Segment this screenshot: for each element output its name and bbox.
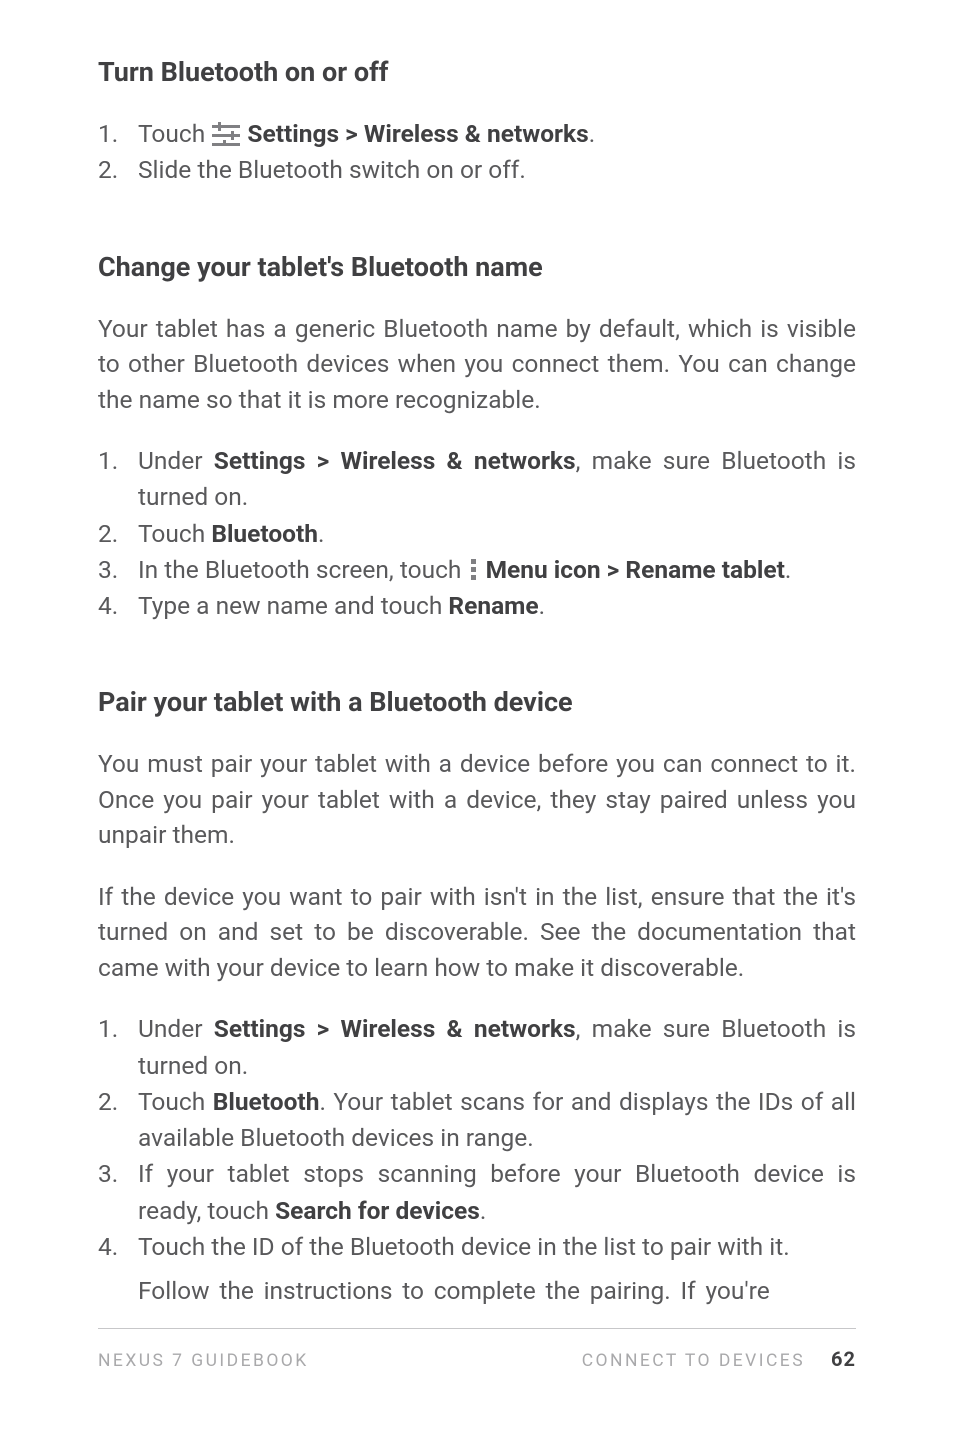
ordered-list: Touch Settings > Wireless & networks. Sl… — [98, 116, 856, 189]
bold-text: Settings > Wireless & networks — [214, 446, 576, 475]
heading-change-name: Change your tablet's Bluetooth name — [98, 251, 856, 283]
heading-turn-bluetooth: Turn Bluetooth on or off — [98, 56, 856, 88]
bold-text: Bluetooth — [213, 1087, 320, 1116]
list-item: Type a new name and touch Rename. — [98, 588, 856, 624]
footer-right-text: CONNECT TO DEVICES — [582, 1351, 805, 1371]
list-item: Touch Settings > Wireless & networks. — [98, 116, 856, 152]
overflow-menu-icon — [469, 559, 477, 581]
continuation-text: Follow the instructions to complete the … — [98, 1273, 856, 1309]
text: In the Bluetooth screen, touch — [138, 555, 467, 584]
text: . — [785, 555, 791, 584]
paragraph: If the device you want to pair with isn'… — [98, 879, 856, 986]
heading-pair-device: Pair your tablet with a Bluetooth device — [98, 686, 856, 718]
footer-left-text: NEXUS 7 GUIDEBOOK — [98, 1351, 309, 1371]
ordered-list: Under Settings > Wireless & networks, ma… — [98, 443, 856, 624]
settings-sliders-icon — [211, 120, 241, 144]
list-item: If your tablet stops scanning before you… — [98, 1156, 856, 1229]
text: . — [318, 519, 324, 548]
text: If your tablet stops scanning before you… — [138, 1159, 856, 1224]
list-item: Under Settings > Wireless & networks, ma… — [98, 443, 856, 516]
bold-text: Bluetooth — [211, 519, 318, 548]
text: Type a new name and touch — [138, 591, 448, 620]
text: . — [589, 119, 595, 148]
text: Touch — [138, 1087, 213, 1116]
ordered-list: Under Settings > Wireless & networks, ma… — [98, 1011, 856, 1265]
bold-text: Search for devices — [275, 1196, 480, 1225]
bold-text: Settings > Wireless & networks — [214, 1014, 576, 1043]
text: Touch — [138, 119, 211, 148]
text: Under — [138, 1014, 214, 1043]
text: Touch — [138, 519, 211, 548]
list-item: In the Bluetooth screen, touch Menu icon… — [98, 552, 856, 588]
text: . — [480, 1196, 486, 1225]
list-item: Touch Bluetooth. Your tablet scans for a… — [98, 1084, 856, 1157]
page-number: 62 — [831, 1347, 856, 1371]
list-item: Touch Bluetooth. — [98, 516, 856, 552]
list-item: Touch the ID of the Bluetooth device in … — [98, 1229, 856, 1265]
bold-text: Menu icon > Rename tablet — [486, 555, 785, 584]
list-item: Under Settings > Wireless & networks, ma… — [98, 1011, 856, 1084]
list-item: Slide the Bluetooth switch on or off. — [98, 152, 856, 188]
bold-text: Rename — [448, 591, 538, 620]
text: . — [539, 591, 545, 620]
paragraph: Your tablet has a generic Bluetooth name… — [98, 311, 856, 418]
page-footer: NEXUS 7 GUIDEBOOK CONNECT TO DEVICES 62 — [98, 1328, 856, 1371]
bold-text: Settings > Wireless & networks — [247, 119, 588, 148]
footer-divider — [98, 1328, 856, 1329]
paragraph: You must pair your tablet with a device … — [98, 746, 856, 853]
text: Under — [138, 446, 214, 475]
